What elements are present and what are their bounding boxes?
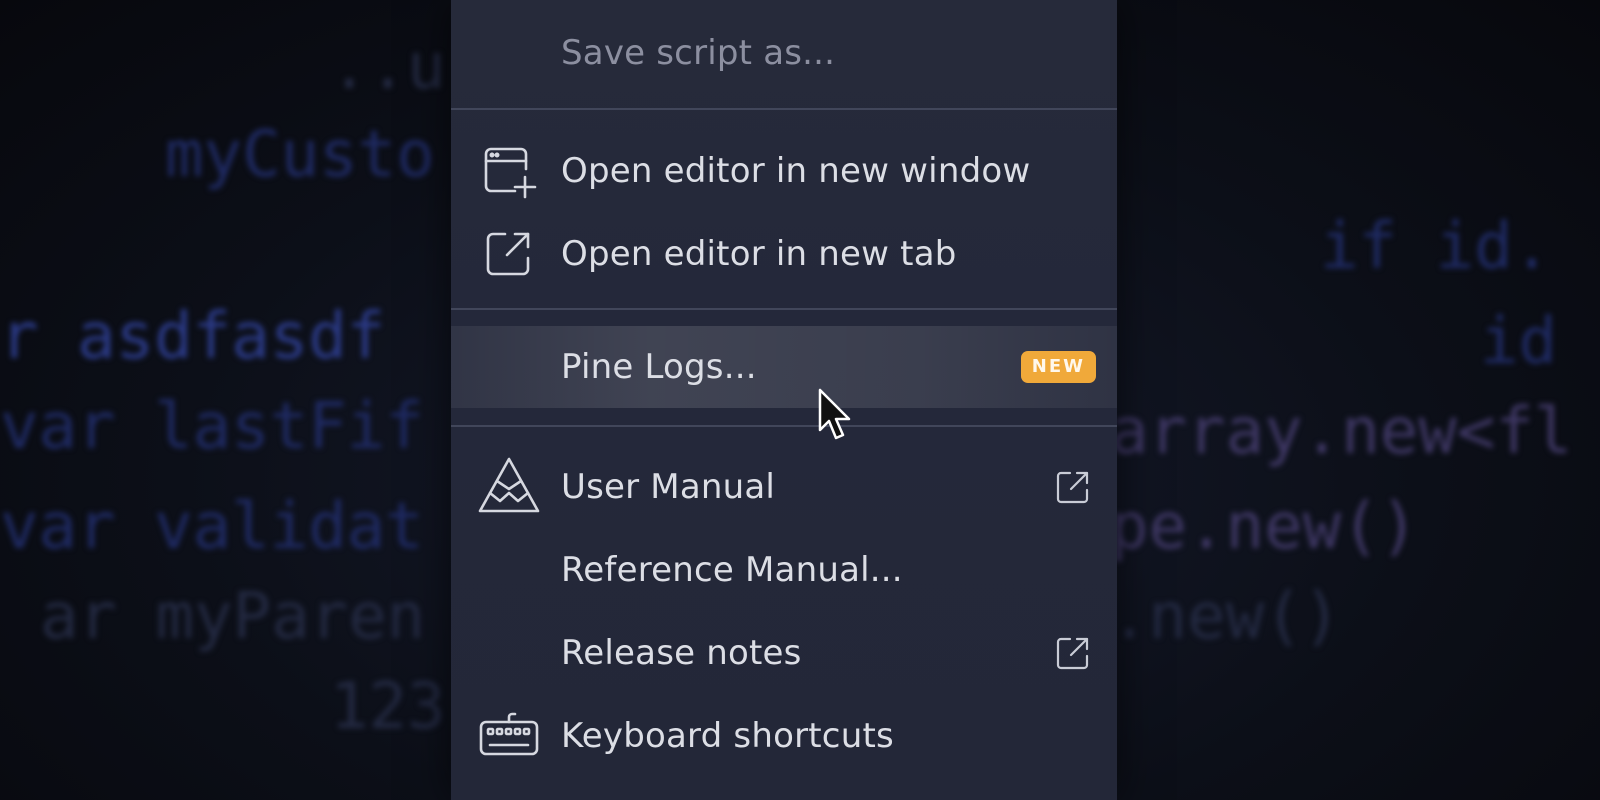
bg-code-line: var validat: [0, 490, 424, 564]
bg-code-line: pe.new(): [1110, 490, 1419, 564]
menu-item-label: Keyboard shortcuts: [561, 716, 894, 756]
menu-item-user-manual[interactable]: User Manual: [451, 446, 1117, 528]
menu-divider: [451, 108, 1117, 110]
menu-item-release-notes[interactable]: Release notes: [451, 612, 1117, 694]
external-link-icon: [1055, 469, 1091, 505]
bg-code-line: .new(): [1110, 580, 1342, 654]
menu-item-label: Save script as...: [561, 33, 836, 73]
menu-item-reference-manual[interactable]: Reference Manual...: [451, 529, 1117, 611]
menu-item-open-editor-new-tab[interactable]: Open editor in new tab: [451, 213, 1117, 295]
menu-item-open-editor-new-window[interactable]: Open editor in new window: [451, 130, 1117, 212]
bg-code-line: ar myParen: [40, 580, 426, 654]
menu-item-label: Open editor in new tab: [561, 234, 957, 274]
bg-code-line: if id.: [1320, 210, 1552, 284]
menu-item-pine-logs[interactable]: Pine Logs... NEW: [451, 326, 1117, 408]
bg-code-line: array.new<fl: [1110, 395, 1573, 469]
new-badge: NEW: [1020, 351, 1096, 383]
menu-item-save-script-as[interactable]: Save script as...: [451, 12, 1117, 94]
bg-code-line: 123: [330, 670, 446, 744]
bg-code-line: r asdfasdf: [0, 300, 386, 374]
bg-code-line: var lastFif: [0, 390, 424, 464]
bg-code-line: myCusto: [165, 118, 435, 192]
mouse-cursor-icon: [818, 388, 858, 444]
menu-item-label: Pine Logs...: [561, 347, 757, 387]
menu-item-label: Release notes: [561, 633, 802, 673]
open-in-tab-icon: [477, 222, 541, 286]
menu-item-label: Reference Manual...: [561, 550, 903, 590]
bg-code-line: ..u: [330, 30, 446, 104]
external-link-icon: [1055, 635, 1091, 671]
menu-item-label: Open editor in new window: [561, 151, 1031, 191]
help-context-menu: Save script as... Open editor in new win…: [451, 0, 1117, 800]
menu-item-label: User Manual: [561, 467, 776, 507]
keyboard-icon: [477, 704, 541, 768]
window-plus-icon: [477, 139, 541, 203]
menu-divider: [451, 425, 1117, 427]
mountain-logo-icon: [477, 455, 541, 519]
menu-item-keyboard-shortcuts[interactable]: Keyboard shortcuts: [451, 695, 1117, 777]
menu-divider: [451, 308, 1117, 310]
bg-code-line: id: [1480, 305, 1558, 379]
